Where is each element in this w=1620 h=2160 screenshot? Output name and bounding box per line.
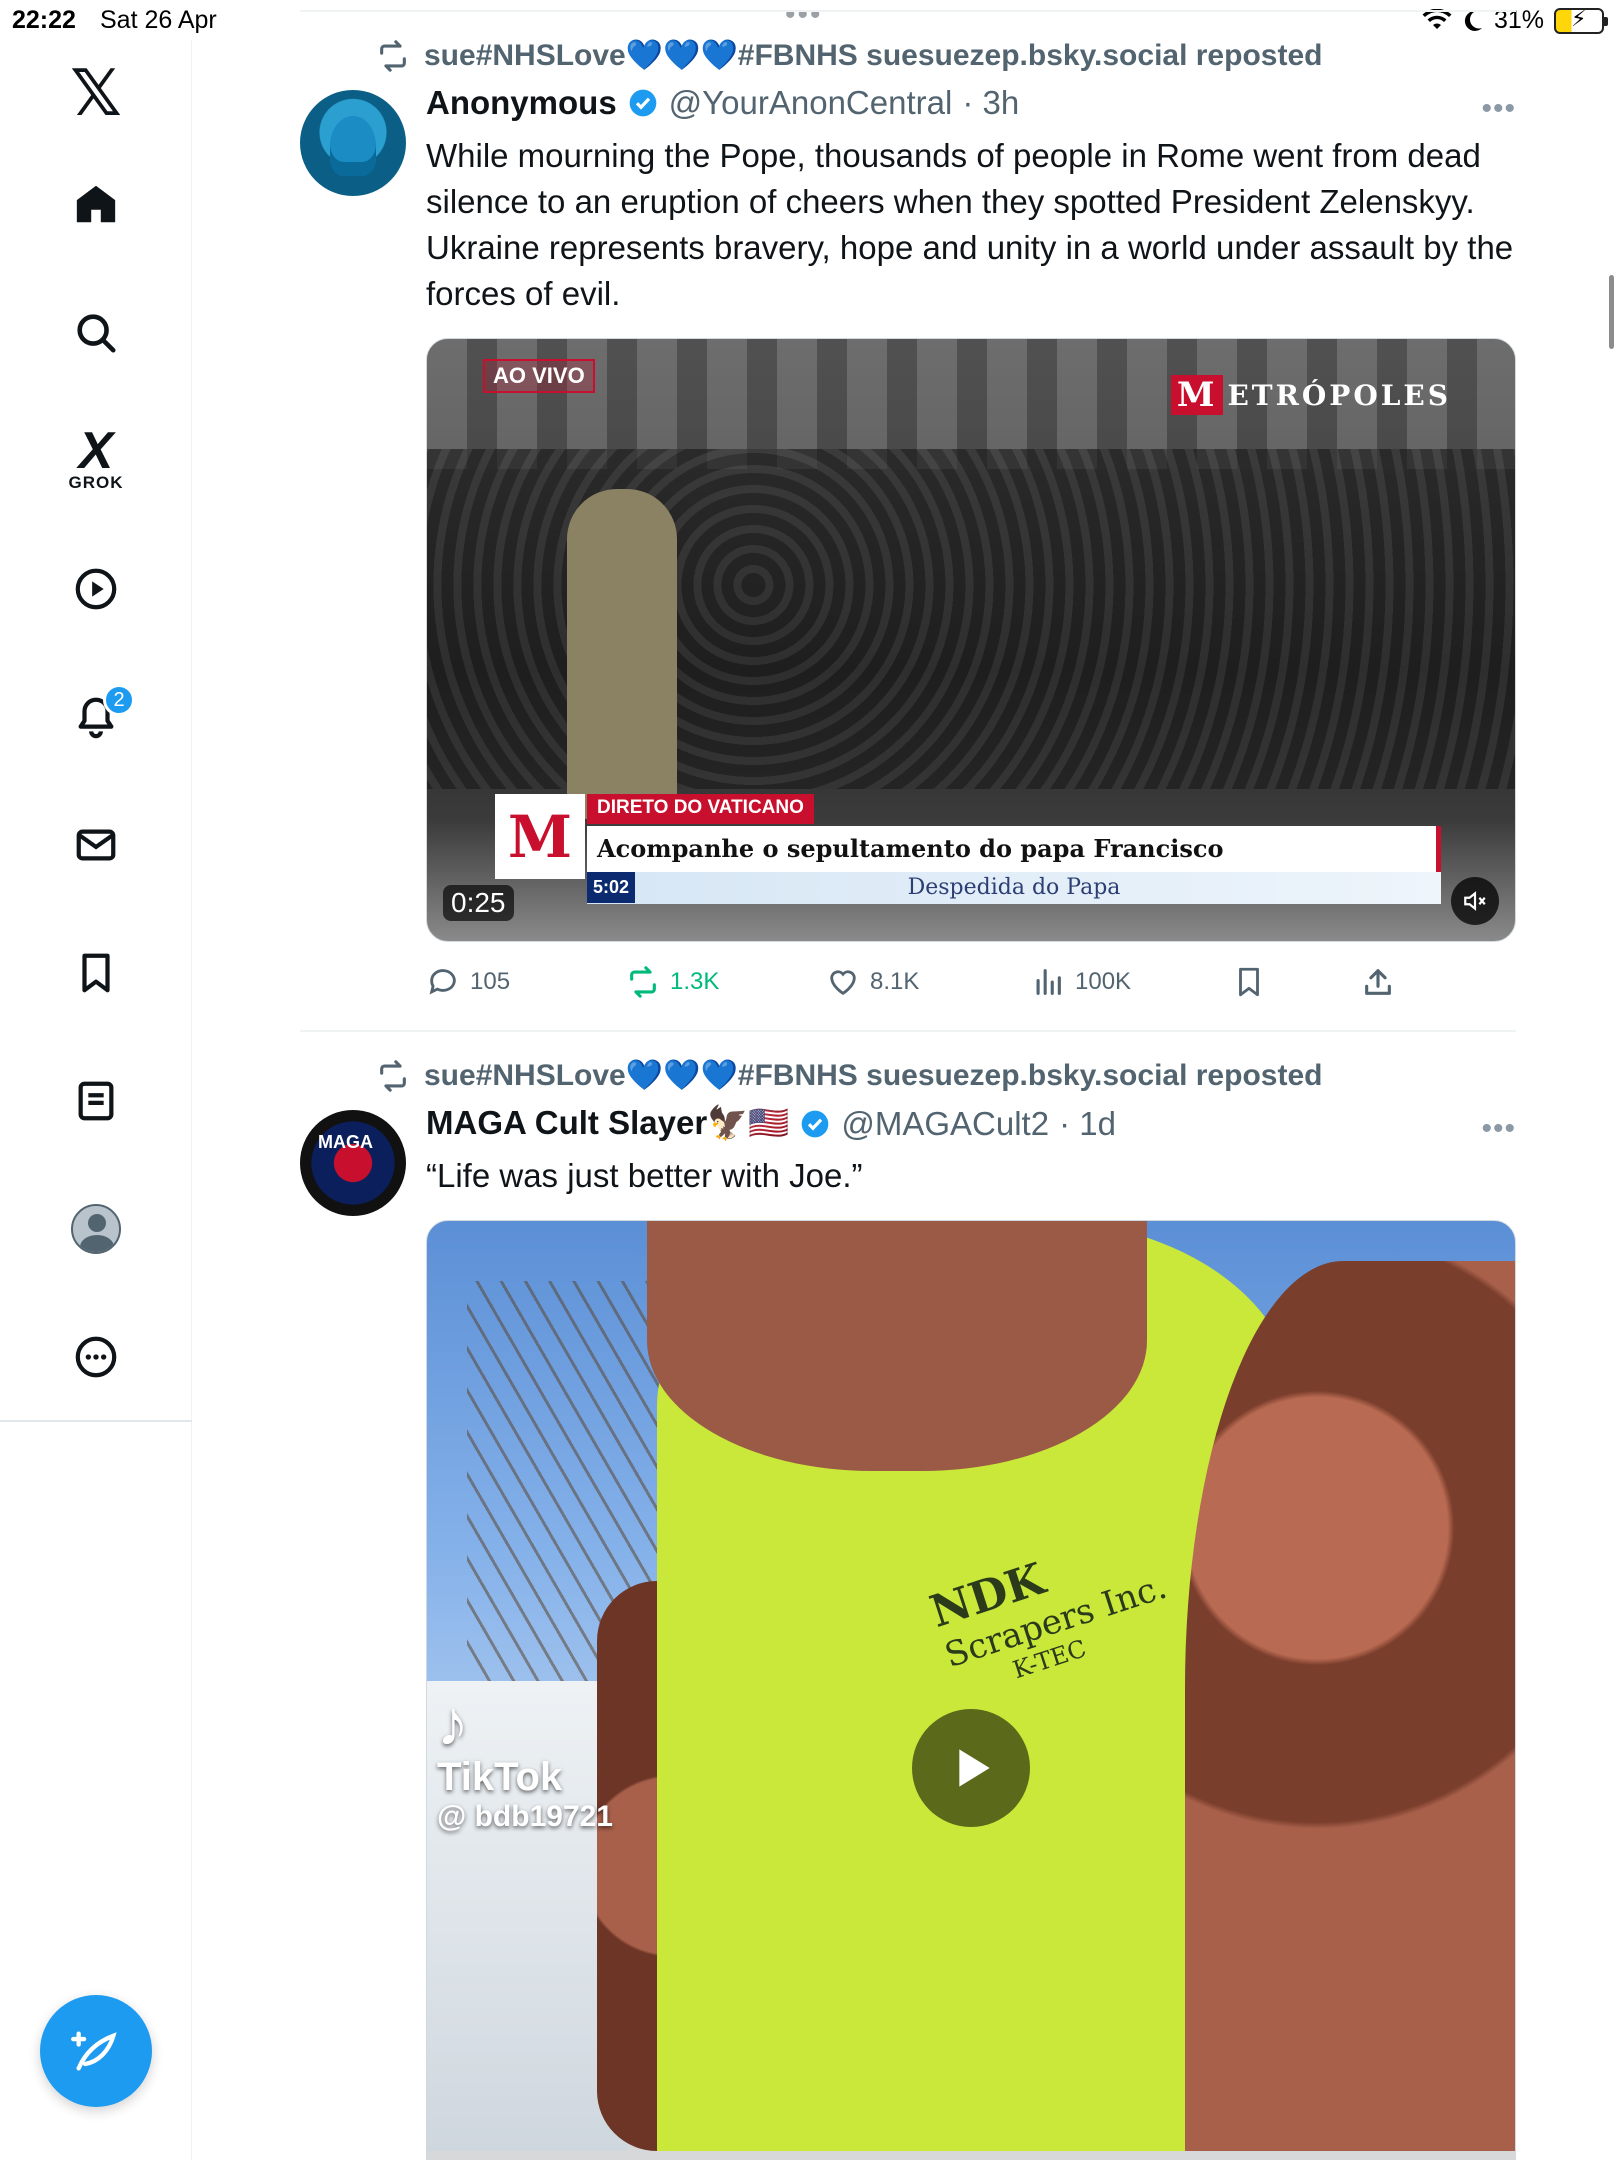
lower-third-kicker: DIRETO DO VATICANO: [587, 794, 814, 824]
lists-icon[interactable]: [55, 1060, 137, 1142]
avatar[interactable]: MAGA: [300, 1110, 406, 1216]
tweet-time[interactable]: · 3h: [962, 84, 1019, 122]
tiktok-logo-icon: ♪: [437, 1687, 469, 1759]
views-button[interactable]: 100K: [1031, 965, 1131, 999]
battery-icon: ⚡: [1554, 6, 1608, 34]
reply-button[interactable]: 105: [426, 965, 510, 999]
grok-label: GROK: [68, 473, 124, 492]
moon-icon: [1464, 10, 1482, 31]
mail-icon[interactable]: [55, 804, 137, 886]
repost-icon: [380, 39, 406, 72]
repost-context: sue#NHSLove💙💙💙#FBNHS suesuezep.bsky.soci…: [376, 38, 1322, 73]
mute-button[interactable]: [1451, 877, 1499, 925]
grok-icon[interactable]: X GROK: [55, 420, 137, 502]
channel-logo-text: ETRÓPOLES: [1227, 378, 1451, 412]
author-handle[interactable]: @MAGACult2: [841, 1105, 1049, 1143]
play-button[interactable]: [912, 1709, 1030, 1827]
author-handle[interactable]: @YourAnonCentral: [669, 84, 953, 122]
verified-badge-icon: [629, 89, 657, 117]
repost-icon: [380, 1059, 406, 1092]
avatar-text: MAGA: [318, 1132, 373, 1152]
status-bar: 22:22 Sat 26 Apr ••• 31% ⚡: [0, 0, 1620, 40]
more-icon[interactable]: [55, 1316, 137, 1398]
avatar[interactable]: [300, 90, 406, 196]
play-icon: [959, 1749, 990, 1787]
search-icon[interactable]: [55, 292, 137, 374]
tweet-header: Anonymous @YourAnonCentral · 3h: [426, 84, 1019, 122]
video-frame-right-arm: [1185, 1261, 1515, 2151]
home-icon[interactable]: [55, 163, 137, 245]
video-player[interactable]: AO VIVO M ETRÓPOLES M DIRETO DO VATICANO…: [426, 338, 1516, 942]
sidebar: 𝕏 X GROK 2: [0, 40, 192, 2160]
verified-badge-icon: [802, 1110, 829, 1137]
repost-context: sue#NHSLove💙💙💙#FBNHS suesuezep.bsky.soci…: [376, 1058, 1322, 1093]
bookmark-button[interactable]: [1232, 965, 1266, 999]
tweet-time[interactable]: · 1d: [1059, 1105, 1116, 1143]
repost-button[interactable]: 1.3K: [626, 965, 719, 999]
lower-third-logo: M: [495, 794, 585, 879]
reply-count: 105: [470, 968, 511, 995]
like-button[interactable]: 8.1K: [826, 965, 919, 999]
video-duration: 0:25: [443, 885, 514, 921]
share-button[interactable]: [1361, 965, 1395, 999]
share-icon: [1365, 969, 1391, 995]
tiktok-watermark: ♪ TikTok @ bdb19721: [437, 1691, 613, 1834]
tweet-header: MAGA Cult Slayer🦅🇺🇸 @MAGACult2 · 1d: [426, 1104, 1116, 1143]
feed-top-divider: [300, 10, 1516, 12]
compose-quill-icon: [71, 2031, 117, 2071]
tiktok-label: TikTok: [437, 1755, 563, 1799]
lower-third-clock: 5:02: [587, 872, 636, 903]
like-count: 8.1K: [870, 968, 920, 995]
repost-by-text[interactable]: sue#NHSLove💙💙💙#FBNHS suesuezep.bsky.soci…: [424, 38, 1322, 73]
more-options-icon[interactable]: •••: [1481, 92, 1516, 126]
repost-icon: [630, 966, 656, 998]
views-count: 100K: [1075, 968, 1132, 995]
scrollbar[interactable]: [1609, 275, 1614, 349]
heart-icon: [830, 970, 856, 996]
tiktok-username: @ bdb19721: [437, 1800, 613, 1833]
bookmark-icon: [1239, 967, 1259, 997]
lower-third-subtitle: Despedida do Papa: [587, 872, 1441, 904]
video-player[interactable]: NDK Scrapers Inc. K-TEC ♪ TikTok @ bdb19…: [426, 1220, 1516, 2160]
tweet-divider: [300, 1030, 1516, 1032]
author-name[interactable]: Anonymous: [426, 84, 617, 122]
multitasking-dots[interactable]: •••: [785, 0, 823, 32]
notification-badge: 2: [103, 684, 135, 716]
repost-by-text[interactable]: sue#NHSLove💙💙💙#FBNHS suesuezep.bsky.soci…: [424, 1058, 1322, 1093]
reply-icon: [429, 969, 456, 995]
repost-count: 1.3K: [670, 968, 720, 995]
compose-button[interactable]: [40, 1995, 152, 2107]
tweet-actions: 105 1.3K 8.1K 100K: [426, 962, 1516, 1002]
sidebar-divider: [0, 1420, 192, 1422]
status-date: Sat 26 Apr: [100, 6, 217, 34]
more-options-icon[interactable]: •••: [1481, 1112, 1516, 1146]
lower-third-headline: Acompanhe o sepultamento do papa Francis…: [587, 826, 1441, 872]
author-name[interactable]: MAGA Cult Slayer🦅🇺🇸: [426, 1104, 789, 1143]
bookmark-icon[interactable]: [55, 932, 137, 1014]
news-lower-third: M DIRETO DO VATICANO Acompanhe o sepulta…: [495, 794, 1441, 906]
profile-icon[interactable]: [55, 1188, 137, 1270]
live-tag: AO VIVO: [483, 359, 595, 393]
wifi-icon: [1422, 8, 1452, 29]
video-frame-head: [647, 1221, 1147, 1471]
notifications-bell-icon[interactable]: 2: [55, 676, 137, 758]
tweet-text: While mourning the Pope, thousands of pe…: [426, 137, 1514, 312]
channel-logo: M ETRÓPOLES: [1170, 375, 1451, 415]
video-icon[interactable]: [55, 548, 137, 630]
tweet-text: “Life was just better with Joe.”: [426, 1157, 863, 1194]
muted-speaker-icon: [1464, 891, 1486, 911]
video-frame-figure: [567, 489, 677, 819]
views-chart-icon: [1036, 969, 1061, 995]
x-logo-icon[interactable]: 𝕏: [55, 52, 137, 134]
channel-logo-mark: M: [1170, 375, 1224, 415]
status-time: 22:22: [12, 6, 76, 34]
